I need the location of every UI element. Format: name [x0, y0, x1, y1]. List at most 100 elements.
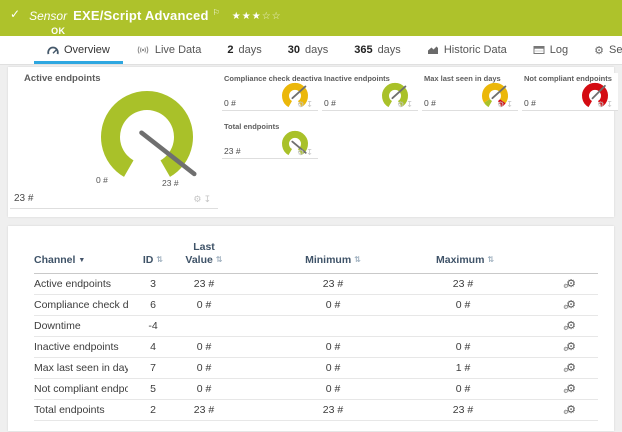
channel-settings-gears-icon[interactable]	[566, 405, 576, 416]
content-area: Active endpoints 0 # 23 # 23 # ⚙↧ Compli…	[0, 65, 622, 431]
pin-icon[interactable]: ↧	[203, 194, 213, 204]
priority-stars[interactable]: ★★★☆☆	[232, 11, 282, 22]
channel-row[interactable]: Not compliant endpoints 5 0 # 0 # 0 #	[34, 379, 598, 400]
gauge-tile-compliance-check[interactable]: Compliance check deactivated 0 # ⚙↧	[222, 73, 318, 111]
gear-icon[interactable]: ⚙	[193, 194, 203, 204]
stars-empty[interactable]: ☆☆	[262, 11, 282, 22]
gauge-value: 23 #	[14, 193, 33, 204]
gauge-tile-active-endpoints[interactable]: Active endpoints 0 # 23 # 23 # ⚙↧	[10, 69, 218, 209]
channel-settings-gears-icon[interactable]	[566, 342, 576, 353]
channel-name[interactable]: Not compliant endpoints	[34, 379, 128, 400]
column-header-id[interactable]: ID⇅	[128, 232, 178, 274]
tab-label: Historic Data	[444, 44, 507, 56]
column-header-minimum[interactable]: Minimum⇅	[230, 232, 436, 274]
channel-settings-gears-icon[interactable]	[566, 300, 576, 311]
gear-icon[interactable]: ⚙	[297, 148, 306, 157]
channel-row[interactable]: Inactive endpoints 4 0 # 0 # 0 #	[34, 337, 598, 358]
channel-name[interactable]: Total endpoints	[34, 400, 128, 421]
prtg-sensor-page: ✓ SensorEXE/Script Advanced⚐★★★☆☆ OK Ove…	[0, 0, 622, 432]
gauge-value: 0 #	[424, 98, 436, 108]
gear-icon[interactable]: ⚙	[597, 100, 606, 109]
tab-overview[interactable]: Overview	[34, 36, 123, 64]
column-header-actions	[490, 232, 598, 274]
pin-icon[interactable]: ↧	[306, 148, 315, 157]
channel-maximum: 0 #	[436, 379, 490, 400]
gauge-tile-total-endpoints[interactable]: Total endpoints 23 # ⚙↧	[222, 121, 318, 159]
column-header-maximum[interactable]: Maximum⇅	[436, 232, 490, 274]
tab-label: Overview	[64, 44, 110, 56]
active-endpoints-gauge-chart	[90, 79, 220, 197]
channel-name[interactable]: Active endpoints	[34, 274, 128, 295]
tab-365-days[interactable]: 365 days	[341, 36, 414, 64]
tab-bar: Overview Live Data 2 days 30 days 365 da…	[0, 36, 622, 65]
channel-name[interactable]: Downtime	[34, 316, 128, 337]
column-header-last-value[interactable]: LastValue⇅	[178, 232, 230, 274]
tab-settings[interactable]: ⚙ Settings	[581, 36, 622, 64]
channel-minimum: 0 #	[230, 379, 436, 400]
column-header-channel[interactable]: Channel▼	[34, 232, 128, 274]
pin-icon[interactable]: ↧	[406, 100, 415, 109]
column-label: Last	[193, 241, 215, 253]
tab-live-data[interactable]: Live Data	[123, 36, 214, 64]
gauge-tile-inactive-endpoints[interactable]: Inactive endpoints 0 # ⚙↧	[322, 73, 418, 111]
gear-icon[interactable]: ⚙	[397, 100, 406, 109]
table-header-row: Channel▼ ID⇅ LastValue⇅ Minimum⇅ Maximum…	[34, 232, 598, 274]
gear-icon[interactable]: ⚙	[497, 100, 506, 109]
channel-last-value: 0 #	[178, 379, 230, 400]
log-table-icon	[533, 45, 545, 55]
tab-label: Live Data	[155, 44, 201, 56]
pin-icon[interactable]: ↧	[306, 100, 315, 109]
pin-icon[interactable]: ↧	[606, 100, 615, 109]
channels-table: Channel▼ ID⇅ LastValue⇅ Minimum⇅ Maximum…	[34, 232, 598, 421]
channel-id: 5	[128, 379, 178, 400]
status-ok-check-icon: ✓	[10, 7, 20, 21]
sensor-title-block: SensorEXE/Script Advanced⚐★★★☆☆ OK	[29, 6, 282, 36]
channel-row[interactable]: Total endpoints 2 23 # 23 # 23 #	[34, 400, 598, 421]
channel-settings-gears-icon[interactable]	[566, 384, 576, 395]
channel-row[interactable]: Compliance check deacti... 6 0 # 0 # 0 #	[34, 295, 598, 316]
channel-maximum: 23 #	[436, 400, 490, 421]
channel-minimum: 0 #	[230, 358, 436, 379]
channel-last-value: 23 #	[178, 274, 230, 295]
gauge-tile-not-compliant[interactable]: Not compliant endpoints 0 # ⚙↧	[522, 73, 618, 111]
pin-icon[interactable]: ↧	[506, 100, 515, 109]
channel-minimum: 0 #	[230, 337, 436, 358]
channel-row[interactable]: Max last seen in days 7 0 # 0 # 1 #	[34, 358, 598, 379]
gauge-value: 0 #	[224, 98, 236, 108]
channel-last-value: 23 #	[178, 400, 230, 421]
tab-label: Settings	[609, 44, 622, 56]
tab-label: days	[305, 44, 328, 56]
channel-last-value	[178, 316, 230, 337]
channel-name[interactable]: Inactive endpoints	[34, 337, 128, 358]
live-data-icon	[136, 45, 150, 55]
channel-name[interactable]: Compliance check deacti...	[34, 295, 128, 316]
tab-number: 30	[288, 44, 300, 56]
object-kind-label: Sensor	[29, 9, 67, 23]
tab-2-days[interactable]: 2 days	[214, 36, 274, 64]
column-label: Maximum	[436, 254, 484, 266]
tab-number: 2	[227, 44, 233, 56]
gear-icon[interactable]: ⚙	[297, 100, 306, 109]
gauge-tile-max-last-seen[interactable]: Max last seen in days 0 # ⚙↧	[422, 73, 518, 111]
sensor-header: ✓ SensorEXE/Script Advanced⚐★★★☆☆ OK	[0, 0, 622, 36]
channel-name[interactable]: Max last seen in days	[34, 358, 128, 379]
channel-row[interactable]: Downtime -4	[34, 316, 598, 337]
overview-gauge-icon	[47, 45, 59, 55]
channel-row[interactable]: Active endpoints 3 23 # 23 # 23 #	[34, 274, 598, 295]
channel-settings-gears-icon[interactable]	[566, 321, 576, 332]
channel-id: 3	[128, 274, 178, 295]
flag-icon[interactable]: ⚐	[213, 8, 220, 17]
tab-label: Log	[550, 44, 568, 56]
channel-maximum: 0 #	[436, 295, 490, 316]
settings-gear-icon: ⚙	[594, 44, 604, 57]
gauge-value: 0 #	[524, 98, 536, 108]
tab-30-days[interactable]: 30 days	[275, 36, 342, 64]
gauge-title: Total endpoints	[224, 122, 279, 131]
channel-settings-gears-icon[interactable]	[566, 363, 576, 374]
tab-log[interactable]: Log	[520, 36, 581, 64]
channel-maximum	[436, 316, 490, 337]
channel-settings-gears-icon[interactable]	[566, 279, 576, 290]
stars-filled[interactable]: ★★★	[232, 11, 262, 22]
tab-historic-data[interactable]: Historic Data	[414, 36, 520, 64]
channel-maximum: 0 #	[436, 337, 490, 358]
